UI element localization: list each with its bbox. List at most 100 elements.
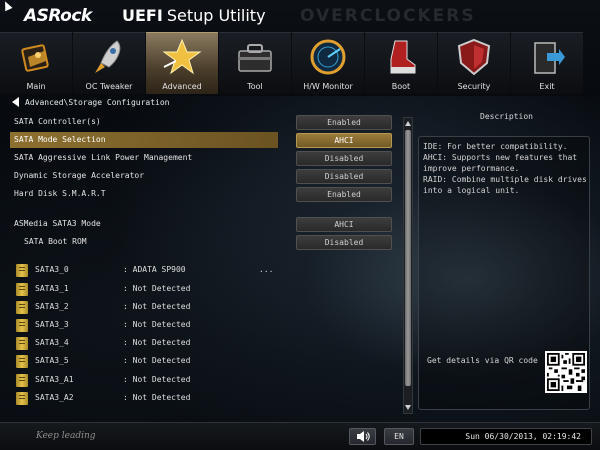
drive-row: SATA3_0 : ADATA SP900 ...	[16, 262, 276, 278]
drive-status: : ADATA SP900	[123, 265, 186, 274]
drive-status: : Not Detected	[123, 302, 191, 311]
drive-status: : Not Detected	[123, 320, 191, 329]
toolbox-icon	[238, 44, 272, 72]
drive-more: ...	[259, 265, 274, 274]
drive-status: : Not Detected	[123, 284, 191, 293]
tab-label: H/W Monitor	[303, 82, 353, 91]
drive-row: SATA3_3 : Not Detected	[16, 317, 276, 333]
datetime-display: Sun 06/30/2013, 02:19:42	[420, 428, 592, 445]
drive-port: SATA3_A1	[35, 375, 74, 384]
description-title: Description	[480, 112, 533, 121]
scroll-down-icon[interactable]	[405, 405, 411, 410]
header: ASRock UEFI Setup Utility OVERCLOCKERS Ma…	[0, 0, 600, 96]
scroll-thumb[interactable]	[405, 130, 411, 386]
tab-label: Boot	[391, 82, 411, 91]
breadcrumb: Advanced\Storage Configuration	[12, 97, 170, 107]
value-asmedia-sata3-mode[interactable]: AHCI	[296, 217, 392, 232]
drive-icon	[16, 374, 28, 387]
drive-status: : Not Detected	[123, 338, 191, 347]
drive-icon	[16, 355, 28, 368]
exit-icon	[534, 42, 565, 74]
brand-logo: ASRock	[24, 6, 92, 26]
tab-oc-tweaker[interactable]: OC Tweaker	[73, 32, 145, 94]
setting-asmedia-sata3-mode[interactable]: ASMedia SATA3 Mode	[10, 216, 278, 232]
tab-main[interactable]: Main	[0, 32, 72, 94]
scroll-up-icon[interactable]	[405, 121, 411, 126]
watermark: OVERCLOCKERS	[300, 6, 476, 26]
tab-hw-monitor[interactable]: H/W Monitor	[292, 32, 364, 94]
tab-security[interactable]: Security	[438, 32, 510, 94]
setting-aggressive-link-power[interactable]: SATA Aggressive Link Power Management	[10, 150, 278, 166]
drive-status: : Not Detected	[123, 356, 191, 365]
tab-bar: Main OC Tweaker Advanced Tool H/W Monito…	[0, 32, 600, 94]
value-hard-disk-smart[interactable]: Enabled	[296, 187, 392, 202]
drive-row: SATA3_A2 : Not Detected	[16, 390, 276, 406]
value-sata-controllers[interactable]: Enabled	[296, 115, 392, 130]
app-title: UEFI Setup Utility	[122, 6, 266, 25]
setting-sata-controllers[interactable]: SATA Controller(s)	[10, 114, 278, 130]
tab-advanced[interactable]: Advanced	[146, 32, 218, 94]
drive-icon	[16, 264, 28, 277]
mouse-cursor-icon	[1, 0, 13, 12]
value-sata-mode-selection[interactable]: AHCI	[296, 133, 392, 148]
drive-icon	[16, 337, 28, 350]
rocket-icon	[95, 40, 121, 73]
setting-sata-mode-selection[interactable]: SATA Mode Selection	[10, 132, 278, 148]
value-sata-boot-rom[interactable]: Disabled	[296, 235, 392, 250]
slogan: Keep leading	[36, 431, 96, 441]
boot-icon	[390, 40, 416, 74]
description-panel: IDE: For better compatibility. AHCI: Sup…	[418, 136, 590, 410]
back-arrow-icon[interactable]	[12, 97, 19, 107]
tab-label: OC Tweaker	[85, 82, 133, 91]
main-icon	[21, 44, 49, 72]
drive-icon	[16, 283, 28, 296]
description-line: IDE: For better compatibility.	[423, 142, 568, 151]
tab-label: Tool	[247, 82, 263, 91]
tab-label: Advanced	[162, 82, 202, 91]
app-title-rest: Setup Utility	[166, 6, 266, 25]
drive-row: SATA3_1 : Not Detected	[16, 281, 276, 297]
app-title-bold: UEFI	[122, 6, 163, 25]
tab-label: Main	[26, 82, 46, 91]
breadcrumb-text: Advanced\Storage Configuration	[25, 97, 170, 107]
tab-exit[interactable]: Exit	[511, 32, 583, 94]
speaker-icon	[357, 431, 370, 442]
drive-port: SATA3_5	[35, 356, 69, 365]
speaker-button[interactable]	[349, 428, 376, 445]
scrollbar[interactable]	[403, 117, 413, 414]
drive-status: : Not Detected	[123, 375, 191, 384]
drive-port: SATA3_0	[35, 265, 69, 274]
value-aggressive-link-power[interactable]: Disabled	[296, 151, 392, 166]
drive-row: SATA3_2 : Not Detected	[16, 299, 276, 315]
drive-port: SATA3_2	[35, 302, 69, 311]
drive-port: SATA3_4	[35, 338, 69, 347]
shield-icon	[457, 38, 491, 76]
drive-row: SATA3_5 : Not Detected	[16, 353, 276, 369]
qr-code	[545, 351, 587, 393]
description-line: into a logical unit.	[423, 186, 520, 195]
description-line: RAID: Combine multiple disk drives	[423, 175, 587, 184]
drive-row: SATA3_A1 : Not Detected	[16, 372, 276, 388]
value-dynamic-storage-accelerator[interactable]: Disabled	[296, 169, 392, 184]
drive-port: SATA3_1	[35, 284, 69, 293]
tab-label: Exit	[539, 82, 555, 91]
drive-status: : Not Detected	[123, 393, 191, 402]
star-icon	[162, 38, 202, 75]
footer: Keep leading EN Sun 06/30/2013, 02:19:42	[0, 422, 600, 450]
description-line: AHCI: Supports new features that	[423, 153, 578, 162]
drive-icon	[16, 301, 28, 314]
drive-icon	[16, 392, 28, 405]
drive-port: SATA3_A2	[35, 393, 74, 402]
setting-dynamic-storage-accelerator[interactable]: Dynamic Storage Accelerator	[10, 168, 278, 184]
drive-icon	[16, 319, 28, 332]
qr-caption: Get details via QR code	[427, 356, 538, 365]
radar-icon	[310, 39, 346, 75]
language-button[interactable]: EN	[384, 428, 414, 445]
tab-tool[interactable]: Tool	[219, 32, 291, 94]
qr-code-icon	[547, 353, 585, 391]
description-line: improve performance.	[423, 164, 520, 173]
setting-hard-disk-smart[interactable]: Hard Disk S.M.A.R.T	[10, 186, 278, 202]
tab-label: Security	[457, 82, 491, 91]
tab-boot[interactable]: Boot	[365, 32, 437, 94]
setting-sata-boot-rom[interactable]: SATA Boot ROM	[10, 234, 278, 250]
